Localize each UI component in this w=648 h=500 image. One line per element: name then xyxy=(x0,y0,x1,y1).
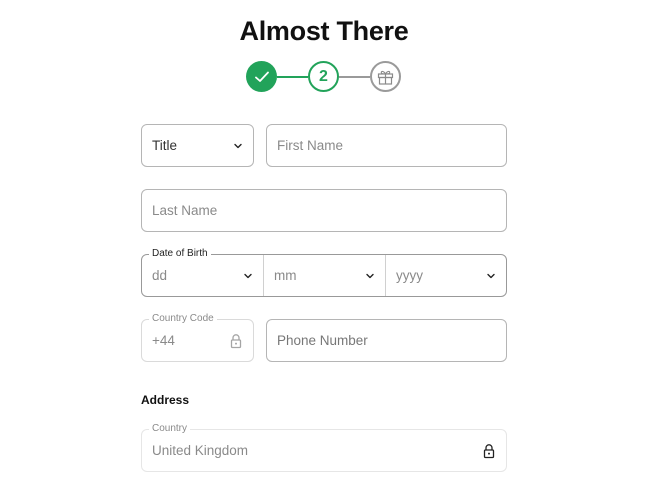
lock-icon xyxy=(230,334,242,349)
country-legend: Country xyxy=(149,423,191,435)
step-connector-complete xyxy=(277,76,308,78)
step-pending xyxy=(370,61,401,92)
date-of-birth-group: Date of Birth dd mm yyyy xyxy=(141,248,507,297)
dob-month-select[interactable]: mm xyxy=(264,255,385,296)
last-name-input[interactable]: Last Name xyxy=(141,189,507,232)
country-value: United Kingdom xyxy=(152,443,249,458)
chevron-down-icon xyxy=(487,273,495,279)
step-connector-pending xyxy=(339,76,370,78)
country-code-legend: Country Code xyxy=(149,313,217,325)
dob-day-select[interactable]: dd xyxy=(142,255,263,296)
dob-day-placeholder: dd xyxy=(152,268,168,283)
country-code-field: Country Code +44 xyxy=(141,313,254,362)
dob-month-placeholder: mm xyxy=(274,268,297,283)
dob-year-select[interactable]: yyyy xyxy=(386,255,506,296)
title-select-value: Title xyxy=(152,138,178,153)
page-title: Almost There xyxy=(239,16,409,46)
step-current: 2 xyxy=(308,61,339,92)
address-section-label: Address xyxy=(141,393,190,407)
lock-icon xyxy=(483,444,495,459)
phone-number-input[interactable]: Phone Number xyxy=(266,319,507,362)
title-select[interactable]: Title xyxy=(141,124,254,167)
check-icon xyxy=(254,71,269,82)
country-field: Country United Kingdom xyxy=(141,423,507,472)
progress-stepper: 2 xyxy=(245,61,403,93)
phone-number-placeholder: Phone Number xyxy=(277,333,368,348)
dob-year-placeholder: yyyy xyxy=(396,268,423,283)
country-code-value: +44 xyxy=(152,333,175,348)
chevron-down-icon xyxy=(244,273,252,279)
first-name-input[interactable]: First Name xyxy=(266,124,507,167)
step-completed xyxy=(246,61,277,92)
step-number: 2 xyxy=(319,67,328,85)
chevron-down-icon xyxy=(234,143,242,149)
chevron-down-icon xyxy=(366,273,374,279)
first-name-placeholder: First Name xyxy=(277,138,344,153)
gift-icon xyxy=(377,70,394,85)
last-name-placeholder: Last Name xyxy=(152,203,218,218)
